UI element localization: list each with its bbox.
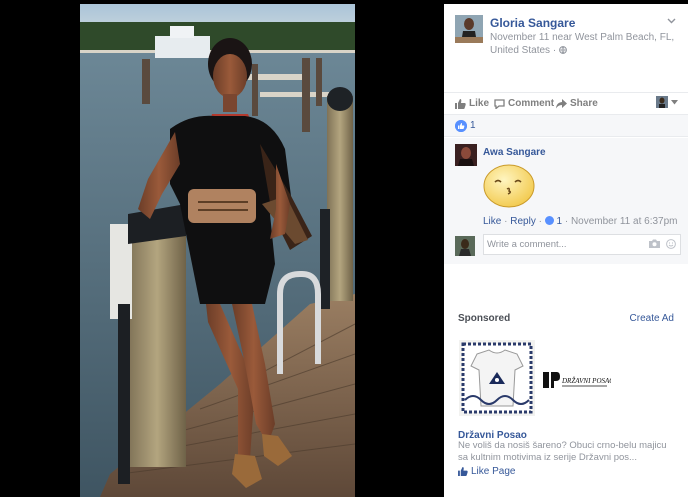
comment-input-placeholder: Write a comment... bbox=[487, 239, 567, 250]
share-arrow-icon bbox=[556, 98, 567, 108]
photo-viewer: Gloria Sangare November 11 near West Pal… bbox=[0, 0, 688, 497]
comment-composer: Write a comment... bbox=[444, 234, 688, 264]
chevron-down-icon bbox=[671, 99, 678, 104]
post-header: Gloria Sangare November 11 near West Pal… bbox=[444, 4, 688, 92]
thumb-up-icon bbox=[458, 467, 468, 476]
comment-separator: · bbox=[501, 216, 511, 227]
comment-actions: Like · Reply · 1 · November 11 at 6:37pm bbox=[483, 216, 678, 227]
ad-image[interactable] bbox=[459, 340, 535, 416]
create-ad-link[interactable]: Create Ad bbox=[630, 313, 674, 324]
comment-separator: · bbox=[535, 216, 545, 227]
ad-description[interactable]: Ne voliš da nosiš šareno? Obuci crno-bel… bbox=[458, 440, 678, 464]
post-sidebar: Gloria Sangare November 11 near West Pal… bbox=[444, 4, 688, 497]
camera-icon[interactable] bbox=[649, 239, 660, 248]
author-name[interactable]: Gloria Sangare bbox=[490, 16, 575, 30]
speech-bubble-icon bbox=[494, 98, 505, 109]
globe-icon bbox=[559, 46, 567, 55]
comment-label: Comment bbox=[508, 98, 555, 109]
post-actions: Like Comment Share bbox=[444, 92, 688, 113]
share-label: Share bbox=[570, 98, 598, 109]
commenter-name[interactable]: Awa Sangare bbox=[483, 147, 546, 158]
chevron-down-icon[interactable] bbox=[667, 16, 676, 27]
thumb-up-icon bbox=[455, 120, 467, 132]
smiley-icon[interactable] bbox=[666, 239, 676, 249]
reaction-summary[interactable]: 1 bbox=[444, 114, 688, 137]
post-photo[interactable] bbox=[80, 4, 355, 497]
comment-button[interactable]: Comment bbox=[494, 98, 554, 109]
comment-input[interactable]: Write a comment... bbox=[483, 234, 681, 255]
comment-reply-link[interactable]: Reply bbox=[510, 216, 536, 227]
thumb-up-icon bbox=[455, 98, 466, 109]
comment-timestamp[interactable]: · November 11 at 6:37pm bbox=[562, 216, 678, 227]
post-date-location[interactable]: November 11 near West Palm Beach, FL, Un… bbox=[490, 32, 674, 56]
ad-logo: DRŽAVNI POSAO bbox=[541, 368, 614, 390]
comment-item: Awa Sangare Like · Reply · 1 · November … bbox=[444, 138, 688, 234]
kiss-sticker bbox=[483, 162, 539, 210]
share-button[interactable]: Share bbox=[556, 98, 598, 109]
profile-thumbnail-icon bbox=[656, 96, 668, 108]
commenter-avatar[interactable] bbox=[455, 144, 477, 166]
ad-logo-text: DRŽAVNI POSAO bbox=[561, 377, 611, 385]
viewer-avatar bbox=[455, 236, 475, 256]
comment-like-link[interactable]: Like bbox=[483, 216, 501, 227]
like-page-label: Like Page bbox=[471, 466, 516, 477]
reaction-count[interactable]: 1 bbox=[470, 120, 476, 131]
like-label: Like bbox=[469, 98, 490, 109]
sponsored-heading: Sponsored bbox=[458, 313, 511, 324]
like-button[interactable]: Like bbox=[455, 98, 489, 109]
photo-image bbox=[80, 4, 355, 497]
post-meta: November 11 near West Palm Beach, FL, Un… bbox=[490, 31, 676, 57]
thumb-up-icon bbox=[544, 216, 554, 225]
post-as-selector[interactable] bbox=[656, 96, 678, 108]
like-page-button[interactable]: Like Page bbox=[458, 466, 515, 477]
author-avatar[interactable] bbox=[455, 15, 483, 43]
